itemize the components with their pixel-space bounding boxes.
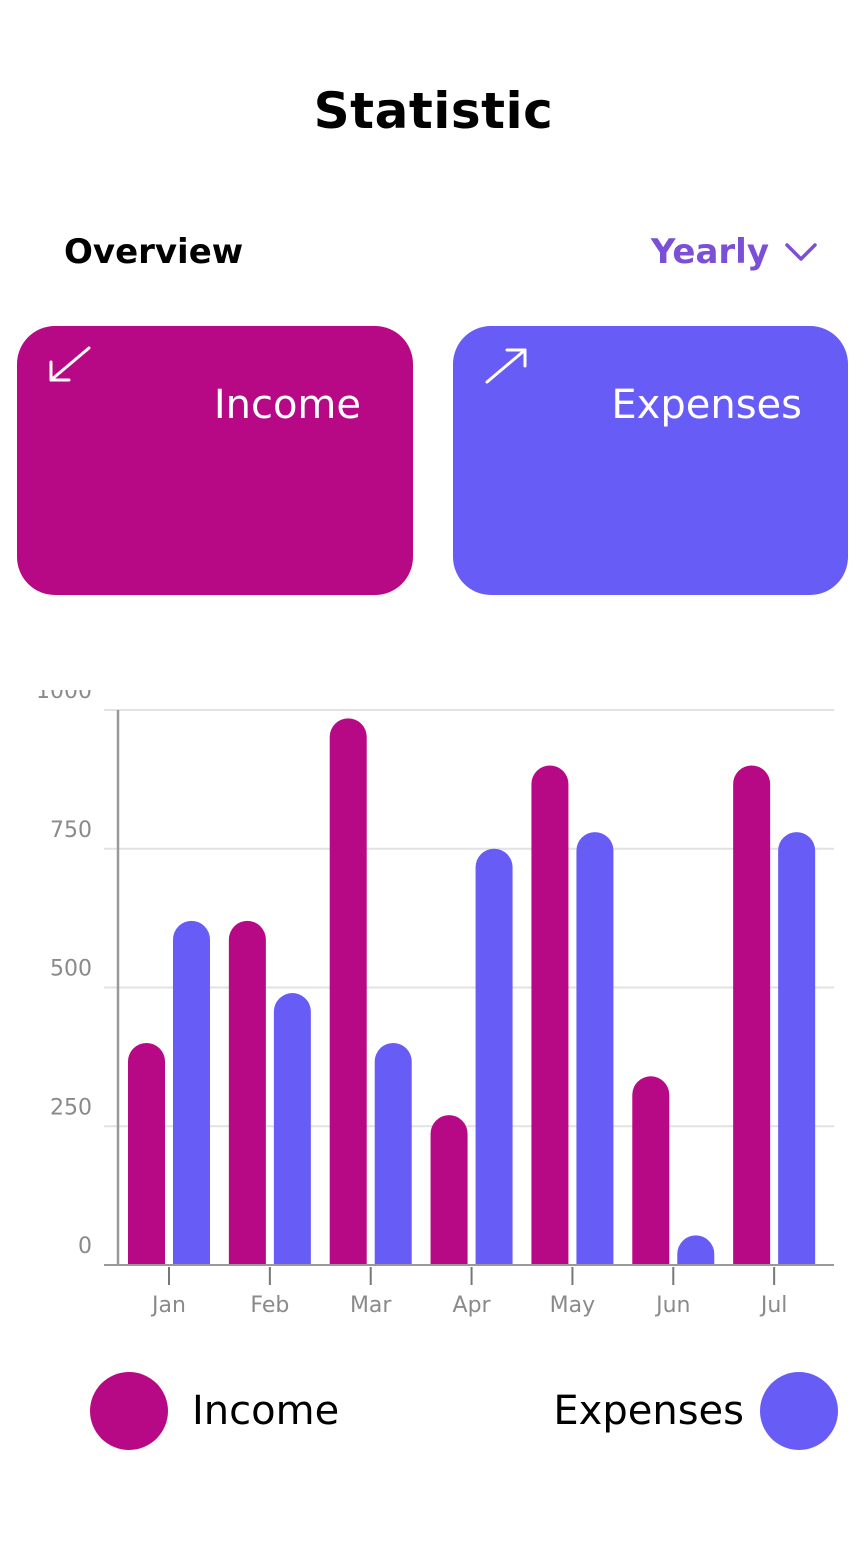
expenses-card-label: Expenses xyxy=(611,382,802,428)
legend-expenses-swatch xyxy=(760,1372,838,1450)
bar-expenses-feb xyxy=(273,993,311,1265)
bar-expenses-mar xyxy=(374,1043,412,1265)
x-tick-label: Jan xyxy=(150,1293,186,1318)
legend-income-label: Income xyxy=(192,1388,340,1434)
arrow-down-left-icon xyxy=(49,346,91,382)
page-title: Statistic xyxy=(313,82,554,140)
legend-income[interactable]: Income xyxy=(90,1372,339,1450)
income-card[interactable]: Income xyxy=(17,326,413,595)
y-tick-label: 0 xyxy=(78,1234,92,1259)
bar-income-jul xyxy=(733,765,771,1265)
bar-chart: 0 250 500 750 1000 Jan Feb Mar Apr May Jun Jul xyxy=(36,690,834,1318)
bar-expenses-jun xyxy=(677,1235,715,1265)
legend-expenses[interactable]: Expenses xyxy=(553,1372,838,1450)
x-tick-label: Mar xyxy=(350,1293,392,1318)
chevron-down-icon xyxy=(785,243,817,261)
bar-expenses-may xyxy=(576,832,614,1265)
y-tick-label: 500 xyxy=(50,957,92,982)
y-tick-label: 250 xyxy=(50,1095,92,1120)
x-tick-label: Jun xyxy=(654,1293,690,1318)
overview-label: Overview xyxy=(64,232,244,272)
bar-income-feb xyxy=(228,920,266,1265)
bar-expenses-jan xyxy=(173,920,210,1265)
period-value: Yearly xyxy=(650,232,769,272)
x-tick-label: May xyxy=(550,1293,595,1318)
bar-expenses-jul xyxy=(778,832,816,1265)
legend-expenses-label: Expenses xyxy=(553,1388,744,1434)
income-card-label: Income xyxy=(213,382,361,428)
period-dropdown[interactable]: Yearly xyxy=(651,232,817,272)
x-tick-label: Feb xyxy=(250,1293,289,1318)
bar-income-may xyxy=(531,765,569,1265)
bar-income-jun xyxy=(632,1076,670,1265)
bar-income-apr xyxy=(430,1115,468,1265)
bar-expenses-apr xyxy=(475,848,513,1265)
expenses-card[interactable]: Expenses xyxy=(453,326,848,595)
legend-income-swatch xyxy=(90,1372,168,1450)
y-tick-label: 1000 xyxy=(36,690,92,704)
x-tick-label: Apr xyxy=(453,1293,492,1318)
x-tick-label: Jul xyxy=(759,1293,788,1318)
y-tick-label: 750 xyxy=(50,818,92,843)
bar-income-mar xyxy=(329,718,367,1265)
arrow-up-right-icon xyxy=(485,348,527,384)
bar-income-jan xyxy=(128,1043,165,1265)
